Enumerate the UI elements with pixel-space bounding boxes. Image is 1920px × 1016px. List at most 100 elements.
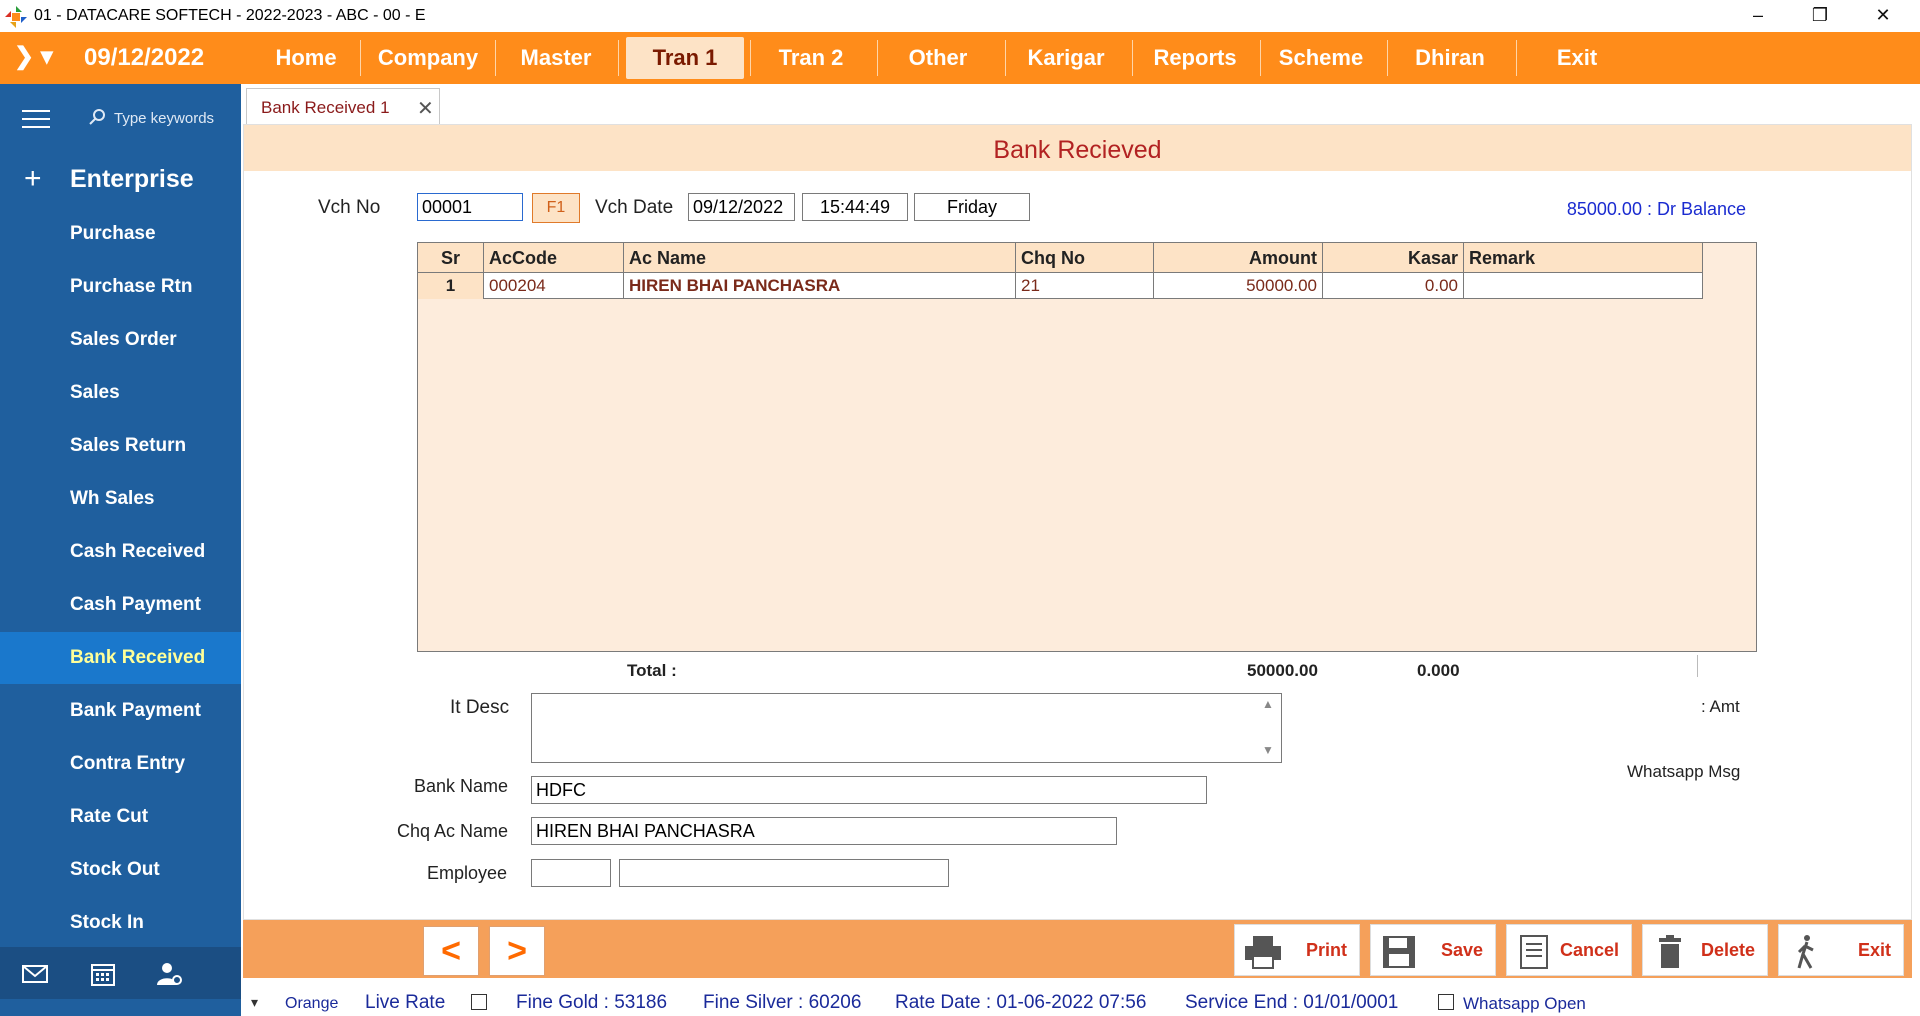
sidebar-item-contra-entry[interactable]: Contra Entry [0, 738, 241, 790]
sidebar: Type keywords + Enterprise Purchase Purc… [0, 84, 241, 1016]
sidebar-item-sales-return[interactable]: Sales Return [0, 420, 241, 472]
theme-dropdown-icon[interactable]: ▾ [251, 994, 258, 1011]
whatsapp-open-checkbox[interactable] [1438, 994, 1454, 1010]
sidebar-item-bank-payment[interactable]: Bank Payment [0, 685, 241, 737]
theme-label[interactable]: Orange [285, 995, 338, 1013]
menu-separator [1005, 40, 1006, 76]
col-accode[interactable]: AcCode [484, 243, 624, 273]
form-title: Bank Recieved [993, 136, 1162, 164]
close-tab-icon[interactable]: ✕ [417, 96, 434, 121]
f1-lookup-button[interactable]: F1 [532, 193, 580, 223]
col-acname[interactable]: Ac Name [624, 243, 1016, 273]
calendar-icon[interactable] [89, 961, 117, 987]
menu-separator [1387, 40, 1388, 76]
restore-button[interactable]: ❐ [1789, 0, 1851, 30]
vch-no-input[interactable] [417, 193, 523, 221]
minimize-button[interactable]: – [1727, 0, 1789, 30]
sidebar-item-purchase[interactable]: Purchase [0, 208, 241, 260]
table-row[interactable]: 1 000204 HIREN BHAI PANCHASRA 21 50000.0… [418, 273, 1703, 299]
document-cancel-icon [1520, 935, 1548, 969]
total-label: Total : [627, 661, 677, 680]
amt-label: : Amt [1701, 697, 1740, 716]
main-menu-bar: ❯ ▾ 09/12/2022 Home Company Master Tran … [0, 32, 1920, 84]
scroll-up-icon[interactable]: ▲ [1262, 697, 1274, 711]
cancel-button[interactable]: Cancel [1506, 924, 1632, 976]
vch-day-display: Friday [914, 193, 1030, 221]
voucher-grid[interactable]: Sr AcCode Ac Name Chq No Amount Kasar Re… [417, 242, 1757, 652]
tab-label: Bank Received 1 [261, 98, 390, 117]
menu-toggle-button[interactable]: ❯ ▾ [14, 42, 53, 71]
menu-master[interactable]: Master [497, 32, 615, 84]
status-bar: ▾ Orange Live Rate Fine Gold : 53186 Fin… [243, 986, 1920, 1016]
sidebar-item-sales-order[interactable]: Sales Order [0, 314, 241, 366]
vch-no-label: Vch No [318, 197, 381, 218]
cell-kasar[interactable]: 0.00 [1323, 273, 1464, 299]
sidebar-item-purchase-rtn[interactable]: Purchase Rtn [0, 261, 241, 313]
sidebar-item-cash-received[interactable]: Cash Received [0, 526, 241, 578]
menu-tran-2[interactable]: Tran 2 [752, 32, 870, 84]
chq-ac-name-input[interactable] [531, 817, 1117, 845]
menu-home[interactable]: Home [252, 32, 360, 84]
employee-label: Employee [427, 863, 508, 883]
mail-icon[interactable] [21, 961, 49, 987]
vch-date-label: Vch Date [595, 197, 674, 218]
user-settings-icon[interactable] [155, 961, 183, 987]
menu-separator [1516, 40, 1517, 76]
menu-reports[interactable]: Reports [1134, 32, 1256, 84]
close-window-button[interactable]: ✕ [1852, 0, 1914, 30]
employee-name-input[interactable] [619, 859, 949, 887]
col-sr[interactable]: Sr [418, 243, 484, 273]
it-desc-label: It Desc [450, 697, 510, 718]
sidebar-search-input[interactable]: Type keywords [114, 110, 214, 127]
vch-time-input[interactable] [802, 193, 908, 221]
col-kasar[interactable]: Kasar [1323, 243, 1464, 273]
save-button[interactable]: Save [1370, 924, 1496, 976]
menu-tran-1[interactable]: Tran 1 [626, 37, 744, 79]
menu-company[interactable]: Company [362, 32, 494, 84]
sidebar-item-rate-cut[interactable]: Rate Cut [0, 791, 241, 843]
scroll-down-icon[interactable]: ▼ [1262, 743, 1274, 757]
employee-code-input[interactable] [531, 859, 611, 887]
sidebar-item-cash-payment[interactable]: Cash Payment [0, 579, 241, 631]
menu-dhiran[interactable]: Dhiran [1389, 32, 1511, 84]
tab-bank-received-1[interactable]: Bank Received 1 ✕ [246, 88, 440, 124]
menu-separator [1132, 40, 1133, 76]
exit-button[interactable]: Exit [1778, 924, 1904, 976]
cancel-label: Cancel [1559, 940, 1619, 960]
it-desc-textarea[interactable] [531, 693, 1282, 763]
plus-icon[interactable]: + [24, 164, 42, 194]
hamburger-menu-icon[interactable] [22, 110, 50, 130]
sidebar-item-stock-out[interactable]: Stock Out [0, 844, 241, 896]
form-header: Bank Recieved [244, 125, 1911, 171]
col-remark[interactable]: Remark [1464, 243, 1703, 273]
cell-amount[interactable]: 50000.00 [1154, 273, 1323, 299]
sidebar-item-bank-received[interactable]: Bank Received [0, 632, 241, 684]
col-chqno[interactable]: Chq No [1016, 243, 1154, 273]
sidebar-item-sales[interactable]: Sales [0, 367, 241, 419]
menu-other[interactable]: Other [879, 32, 997, 84]
cell-accode[interactable]: 000204 [484, 273, 624, 299]
menu-scheme[interactable]: Scheme [1262, 32, 1380, 84]
cell-sr[interactable]: 1 [418, 273, 484, 299]
bank-name-input[interactable] [531, 776, 1207, 804]
sidebar-group-enterprise[interactable]: Enterprise [70, 165, 194, 194]
cell-remark[interactable] [1464, 273, 1703, 299]
vch-date-input[interactable] [688, 193, 795, 221]
live-rate-checkbox[interactable] [471, 994, 487, 1010]
total-kasar: 0.000 [1417, 661, 1460, 680]
cell-acname[interactable]: HIREN BHAI PANCHASRA [624, 273, 1016, 299]
menu-exit[interactable]: Exit [1518, 32, 1636, 84]
col-amount[interactable]: Amount [1154, 243, 1323, 273]
menu-karigar[interactable]: Karigar [1007, 32, 1125, 84]
exit-label: Exit [1857, 940, 1891, 960]
cell-chqno[interactable]: 21 [1016, 273, 1154, 299]
sidebar-item-stock-in[interactable]: Stock In [0, 897, 241, 949]
save-label: Save [1440, 940, 1483, 960]
sidebar-item-wh-sales[interactable]: Wh Sales [0, 473, 241, 525]
previous-record-button[interactable]: < [423, 926, 479, 976]
next-record-button[interactable]: > [489, 926, 545, 976]
whatsapp-msg-label: Whatsapp Msg [1627, 762, 1741, 781]
print-button[interactable]: Print [1234, 924, 1360, 976]
bank-received-form: Bank Recieved Vch No F1 Vch Date Friday … [243, 124, 1912, 920]
delete-button[interactable]: Delete [1642, 924, 1768, 976]
